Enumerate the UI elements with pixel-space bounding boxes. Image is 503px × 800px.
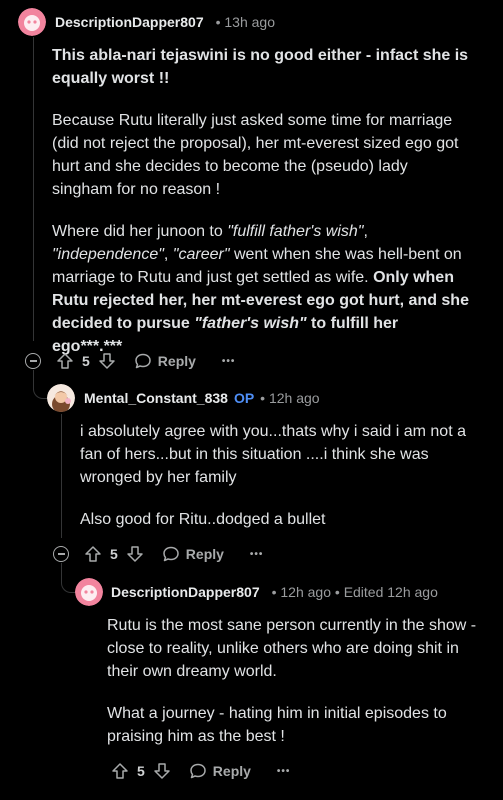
collapse-icon[interactable] — [25, 353, 41, 369]
text-segment: "independence" — [52, 246, 164, 263]
comment-header: DescriptionDapper807 • 13h ago — [55, 14, 275, 30]
text-segment: Because Rutu literally just asked some t… — [52, 112, 459, 198]
comment-paragraph: Because Rutu literally just asked some t… — [52, 109, 472, 201]
comment-paragraph: Where did her junoon to "fulfill father'… — [52, 220, 472, 358]
reply-button[interactable]: Reply — [162, 545, 224, 563]
text-segment: , — [363, 223, 368, 240]
reply-button[interactable]: Reply — [134, 352, 196, 370]
comment-paragraph: Also good for Ritu..dodged a bullet — [80, 508, 480, 531]
downvote-icon[interactable] — [153, 762, 171, 780]
text-segment: "father's wish" — [194, 315, 307, 332]
timestamp: • 12h ago • Edited 12h ago — [271, 584, 438, 600]
reply-label: Reply — [157, 353, 196, 369]
text-segment: This abla-nari tejaswini is no good eith… — [52, 47, 469, 87]
text-segment: "fulfill father's wish" — [227, 223, 364, 240]
reply-icon — [162, 545, 180, 563]
upvote-icon[interactable] — [84, 545, 102, 563]
op-badge: OP — [233, 390, 255, 406]
comment-paragraph: i absolutely agree with you...thats why … — [80, 420, 480, 489]
text-segment: What a journey - hating him in initial e… — [107, 705, 447, 745]
comment-body: This abla-nari tejaswini is no good eith… — [52, 44, 472, 377]
more-icon[interactable]: ••• — [250, 549, 264, 560]
comment-body: i absolutely agree with you...thats why … — [80, 420, 480, 550]
more-icon[interactable]: ••• — [222, 356, 236, 367]
comment-header: Mental_Constant_838 OP • 12h ago — [84, 390, 320, 406]
author-name[interactable]: DescriptionDapper807 — [55, 14, 204, 30]
text-segment: , — [163, 246, 173, 263]
comment-actions: 5 Reply ••• — [111, 761, 290, 781]
vote-score: 5 — [137, 763, 145, 779]
downvote-icon[interactable] — [126, 545, 144, 563]
reply-label: Reply — [185, 546, 224, 562]
avatar[interactable] — [47, 384, 75, 412]
upvote-icon[interactable] — [111, 762, 129, 780]
timestamp: • 13h ago — [215, 14, 276, 30]
upvote-icon[interactable] — [56, 352, 74, 370]
vote-score: 5 — [110, 546, 118, 562]
comment-paragraph: What a journey - hating him in initial e… — [107, 702, 482, 748]
collapse-icon[interactable] — [53, 546, 69, 562]
comment-actions: 5 Reply ••• — [56, 351, 235, 371]
text-segment: Where did her junoon to — [52, 223, 228, 240]
comment-body: Rutu is the most sane person currently i… — [107, 614, 482, 767]
thread-line-1 — [33, 37, 34, 341]
text-segment: Rutu is the most sane person currently i… — [107, 617, 477, 680]
comment-header: DescriptionDapper807 • 12h ago • Edited … — [111, 584, 438, 600]
avatar[interactable] — [18, 8, 46, 36]
avatar[interactable] — [75, 578, 103, 606]
reply-icon — [134, 352, 152, 370]
text-segment: i absolutely agree with you...thats why … — [80, 423, 466, 486]
author-name[interactable]: DescriptionDapper807 — [111, 584, 260, 600]
more-icon[interactable]: ••• — [277, 766, 291, 777]
comment-actions: 5 Reply ••• — [84, 544, 263, 564]
thread-line-2 — [61, 414, 62, 538]
reply-label: Reply — [212, 763, 251, 779]
reply-icon — [189, 762, 207, 780]
timestamp: • 12h ago — [260, 390, 320, 406]
downvote-icon[interactable] — [98, 352, 116, 370]
author-name[interactable]: Mental_Constant_838 — [84, 390, 228, 406]
comment-paragraph: Rutu is the most sane person currently i… — [107, 614, 482, 683]
text-segment: Also good for Ritu..dodged a bullet — [80, 511, 326, 528]
reply-button[interactable]: Reply — [189, 762, 251, 780]
vote-score: 5 — [82, 353, 90, 369]
text-segment: "career" — [172, 246, 230, 263]
comment-paragraph: This abla-nari tejaswini is no good eith… — [52, 44, 472, 90]
